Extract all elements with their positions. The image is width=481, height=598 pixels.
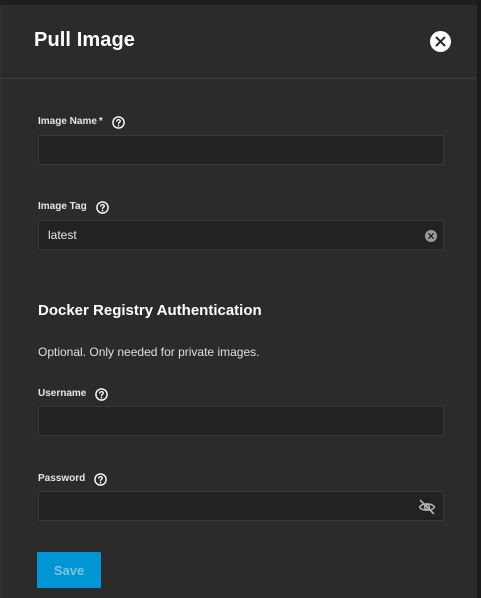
username-label-text: Username: [38, 388, 87, 399]
required-marker: *: [98, 116, 103, 127]
image-name-input[interactable]: [39, 136, 409, 164]
username-label: Username: [38, 387, 109, 401]
password-label-text: Password: [38, 473, 86, 484]
password-input[interactable]: [39, 492, 409, 520]
password-field[interactable]: [38, 491, 444, 521]
image-tag-label-text: Image Tag: [38, 201, 87, 212]
username-input[interactable]: [39, 407, 409, 435]
pull-image-dialog: Pull Image Image Name * Image Tag latest…: [0, 5, 477, 598]
image-tag-input[interactable]: [39, 221, 409, 249]
help-icon[interactable]: [112, 116, 125, 129]
image-name-label-text: Image Name: [38, 116, 97, 127]
password-label: Password: [38, 472, 108, 486]
image-name-label: Image Name *: [38, 115, 125, 129]
dialog-title: Pull Image: [34, 29, 136, 51]
image-tag-label: Image Tag: [38, 200, 109, 214]
registry-section-title: Docker Registry Authentication: [38, 302, 262, 319]
help-icon[interactable]: [95, 388, 109, 401]
dialog-header: Pull Image: [1, 5, 477, 79]
image-tag-field[interactable]: [38, 220, 444, 250]
registry-section-description: Optional. Only needed for private images…: [38, 345, 260, 359]
help-icon[interactable]: [95, 201, 109, 214]
close-icon: [435, 36, 446, 47]
save-button[interactable]: Save: [37, 552, 101, 588]
close-button[interactable]: [430, 31, 451, 52]
image-name-field[interactable]: [38, 135, 444, 165]
clear-icon[interactable]: [425, 230, 437, 242]
username-field[interactable]: [38, 406, 444, 436]
help-icon[interactable]: [94, 473, 108, 486]
visibility-off-icon[interactable]: [418, 499, 436, 515]
